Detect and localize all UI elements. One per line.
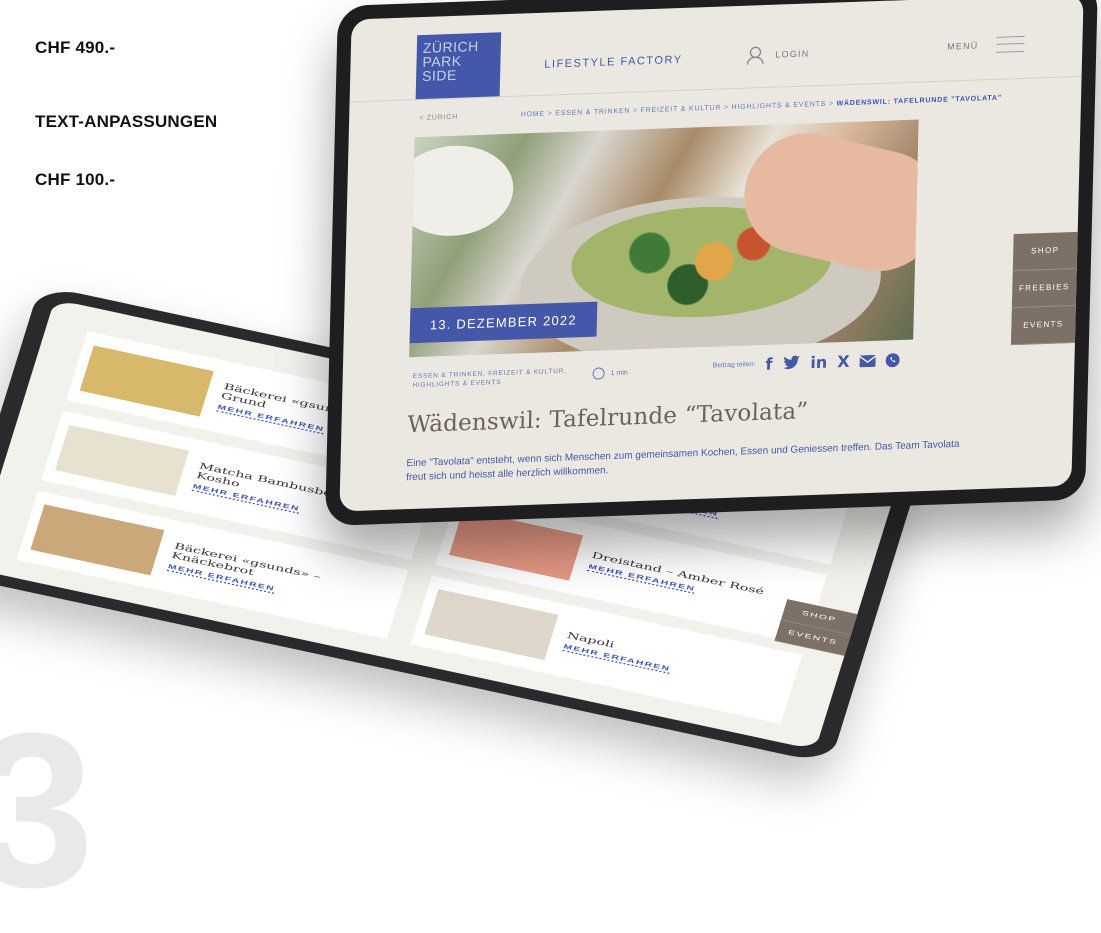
post-categories[interactable]: ESSEN & TRINKEN, FREIZEIT & KULTUR, HIGH…: [412, 366, 572, 390]
breadcrumb-path[interactable]: HOME > ESSEN & TRINKEN > FREIZEIT & KULT…: [521, 101, 834, 119]
front-tablet: ZÜRICH PARK SIDE LIFESTYLE FACTORY LOGIN…: [325, 0, 1098, 526]
product-thumbnail: [424, 589, 559, 661]
salad-bowl: [409, 143, 515, 238]
whatsapp-icon[interactable]: [885, 352, 900, 367]
article-lead: Eine "Tavolata" entsteht, wenn sich Mens…: [406, 438, 960, 484]
breadcrumb: < ZÜRICH HOME > ESSEN & TRINKEN > FREIZE…: [419, 93, 1041, 122]
logo-line: SIDE: [421, 66, 458, 84]
share-bar: Beitrag teilen: f in X: [712, 350, 900, 376]
clock-icon: [592, 367, 605, 380]
read-time: 1 min: [592, 367, 628, 380]
hamburger-icon: [996, 35, 1025, 53]
tab-shop[interactable]: SHOP: [1012, 231, 1078, 272]
login-button[interactable]: LOGIN: [745, 43, 810, 65]
read-time-label: 1 min: [610, 369, 628, 377]
text-adjustments-label: TEXT-ANPASSUNGEN: [35, 112, 218, 131]
share-label: Beitrag teilen:: [712, 361, 756, 370]
xing-icon[interactable]: X: [837, 352, 850, 371]
side-tabs: SHOP FREEBIES EVENTS: [1010, 231, 1078, 346]
facebook-icon[interactable]: f: [765, 354, 772, 373]
date-badge: 13. DEZEMBER 2022: [409, 301, 598, 344]
article-title: Wädenswil: Tafelrunde “Tavolata”: [407, 398, 809, 439]
tab-events[interactable]: EVENTS: [1010, 305, 1076, 346]
login-label: LOGIN: [775, 48, 810, 60]
price-main: CHF 490.-: [35, 38, 116, 57]
site-tagline[interactable]: LIFESTYLE FACTORY: [544, 54, 682, 71]
product-thumbnail: [79, 345, 214, 417]
menu-label: MENÜ: [947, 40, 979, 52]
corner-digit: 3: [0, 687, 95, 933]
user-icon: [746, 46, 764, 65]
hero-image: 13. DEZEMBER 2022: [409, 119, 919, 358]
mail-icon[interactable]: [859, 354, 876, 367]
menu-button[interactable]: MENÜ: [947, 35, 1025, 55]
twitter-icon[interactable]: [782, 355, 800, 371]
breadcrumb-current: WÄDENSWIL: TAFELRUNDE "TAVOLATA": [836, 94, 1002, 108]
product-thumbnail: [55, 424, 190, 496]
back-link[interactable]: < ZÜRICH: [419, 114, 458, 122]
price-text-adjustments: CHF 100.-: [35, 170, 116, 189]
product-thumbnail: [30, 504, 165, 576]
site-logo[interactable]: ZÜRICH PARK SIDE: [415, 32, 502, 100]
front-tablet-screen: ZÜRICH PARK SIDE LIFESTYLE FACTORY LOGIN…: [339, 0, 1084, 512]
linkedin-icon[interactable]: in: [810, 353, 827, 373]
site-header: ZÜRICH PARK SIDE LIFESTYLE FACTORY LOGIN…: [349, 0, 1084, 103]
tab-freebies[interactable]: FREEBIES: [1011, 268, 1077, 309]
